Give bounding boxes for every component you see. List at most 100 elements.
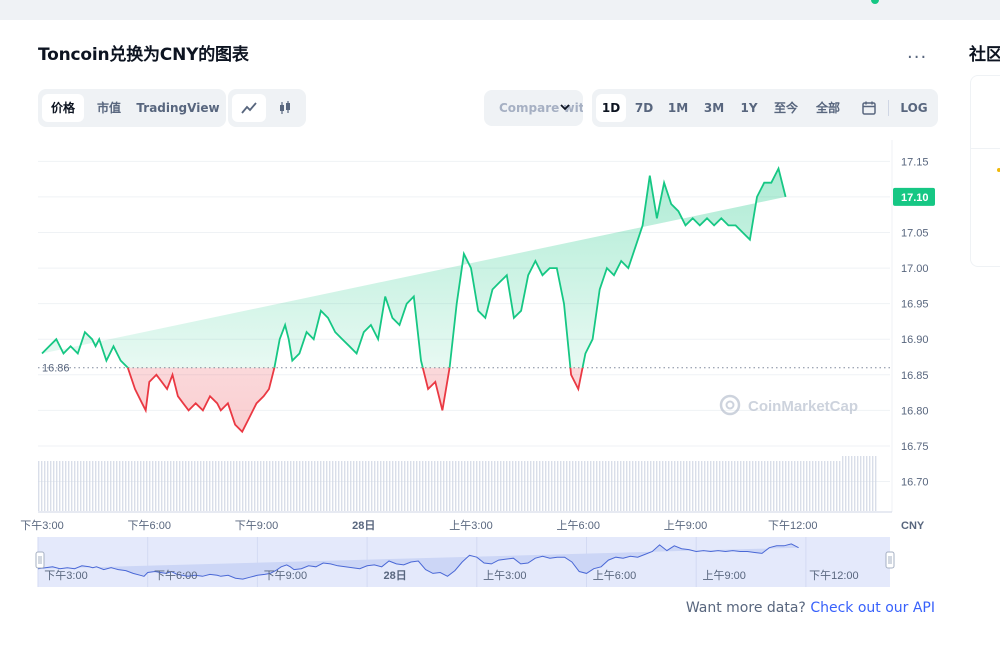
volume-bar (272, 461, 274, 511)
volume-bar (128, 461, 130, 511)
volume-bar (473, 461, 475, 511)
volume-bar (440, 461, 442, 511)
volume-bar (281, 461, 283, 511)
range-7d[interactable]: 7D (628, 94, 660, 122)
volume-bar (329, 461, 331, 511)
volume-bar (410, 461, 412, 511)
volume-bar (125, 461, 127, 511)
watermark-text: CoinMarketCap (748, 398, 858, 415)
volume-bar (254, 461, 256, 511)
candlestick-icon[interactable] (268, 94, 302, 122)
volume-bar (317, 461, 319, 511)
volume-bar (614, 461, 616, 511)
tab-market-cap[interactable]: 市值 (88, 94, 130, 122)
volume-bar (551, 461, 553, 511)
volume-bar (728, 461, 730, 511)
api-link[interactable]: Check out our API (810, 600, 935, 616)
volume-bar (152, 461, 154, 511)
tab-tradingview[interactable]: TradingView (134, 94, 222, 122)
volume-bar (842, 456, 844, 511)
range-1y[interactable]: 1Y (734, 94, 764, 122)
calendar-icon[interactable] (854, 94, 884, 122)
volume-bar (833, 461, 835, 511)
volume-bar (353, 461, 355, 511)
volume-bar (155, 461, 157, 511)
volume-bar (404, 461, 406, 511)
volume-bar (638, 461, 640, 511)
y-tick-label: 17.05 (901, 228, 929, 240)
range-all[interactable]: 全部 (808, 94, 848, 122)
volume-bar (830, 461, 832, 511)
volume-bar (419, 461, 421, 511)
volume-bar (485, 461, 487, 511)
volume-bar (821, 461, 823, 511)
volume-bar (236, 461, 238, 511)
area-up (42, 168, 786, 368)
volume-bar (212, 461, 214, 511)
volume-bar (743, 461, 745, 511)
volume-bar (557, 461, 559, 511)
volume-bar (371, 461, 373, 511)
volume-bar (86, 461, 88, 511)
volume-bar (815, 461, 817, 511)
volume-bar (245, 461, 247, 511)
volume-bar (341, 461, 343, 511)
range-3m[interactable]: 3M (696, 94, 732, 122)
volume-bar (383, 461, 385, 511)
volume-bar (731, 461, 733, 511)
volume-bar (470, 461, 472, 511)
currency-label: CNY (901, 520, 925, 532)
volume-bar (359, 461, 361, 511)
tab-price[interactable]: 价格 (42, 94, 84, 122)
compare-select[interactable]: Compare with (484, 90, 583, 126)
sidebar-card (970, 75, 1000, 267)
volume-bar (770, 461, 772, 511)
volume-bar (683, 461, 685, 511)
volume-bar (398, 461, 400, 511)
volume-bar (479, 461, 481, 511)
volume-bar (89, 461, 91, 511)
chart-tab-group: 价格 市值 TradingView (38, 89, 226, 127)
more-options-icon[interactable]: ... (907, 42, 927, 63)
volume-bar (242, 461, 244, 511)
volume-bar (575, 461, 577, 511)
volume-bar (680, 461, 682, 511)
volume-bar (344, 461, 346, 511)
range-1m[interactable]: 1M (662, 94, 694, 122)
x-tick-label: 上午9:00 (664, 519, 707, 532)
y-tick-label: 17.00 (901, 263, 929, 275)
line-chart-icon[interactable] (232, 94, 266, 122)
grid-lines (38, 140, 893, 513)
navigator-left-handle[interactable] (35, 551, 45, 569)
navigator-tick-label: 下午12:00 (809, 569, 859, 582)
volume-bar (620, 461, 622, 511)
volume-bar (872, 456, 874, 511)
volume-bar (758, 461, 760, 511)
volume-bar (635, 461, 637, 511)
volume-bar (200, 461, 202, 511)
log-toggle[interactable]: LOG (894, 94, 934, 122)
volume-bar (545, 461, 547, 511)
volume-bars (38, 456, 877, 511)
navigator-tick-label: 28日 (383, 569, 406, 582)
volume-bar (515, 461, 517, 511)
range-1d[interactable]: 1D (596, 94, 626, 122)
volume-bar (167, 461, 169, 511)
volume-bar (407, 461, 409, 511)
volume-bar (260, 461, 262, 511)
volume-bar (653, 461, 655, 511)
volume-bar (560, 461, 562, 511)
range-ytd[interactable]: 至今 (766, 94, 806, 122)
volume-bar (788, 461, 790, 511)
volume-bar (611, 461, 613, 511)
volume-bar (599, 461, 601, 511)
volume-bar (98, 461, 100, 511)
volume-bar (674, 461, 676, 511)
volume-bar (458, 461, 460, 511)
volume-bar (230, 461, 232, 511)
volume-bar (704, 461, 706, 511)
volume-bar (47, 461, 49, 511)
volume-bar (497, 461, 499, 511)
navigator-right-handle[interactable] (885, 551, 895, 569)
volume-bar (854, 456, 856, 511)
